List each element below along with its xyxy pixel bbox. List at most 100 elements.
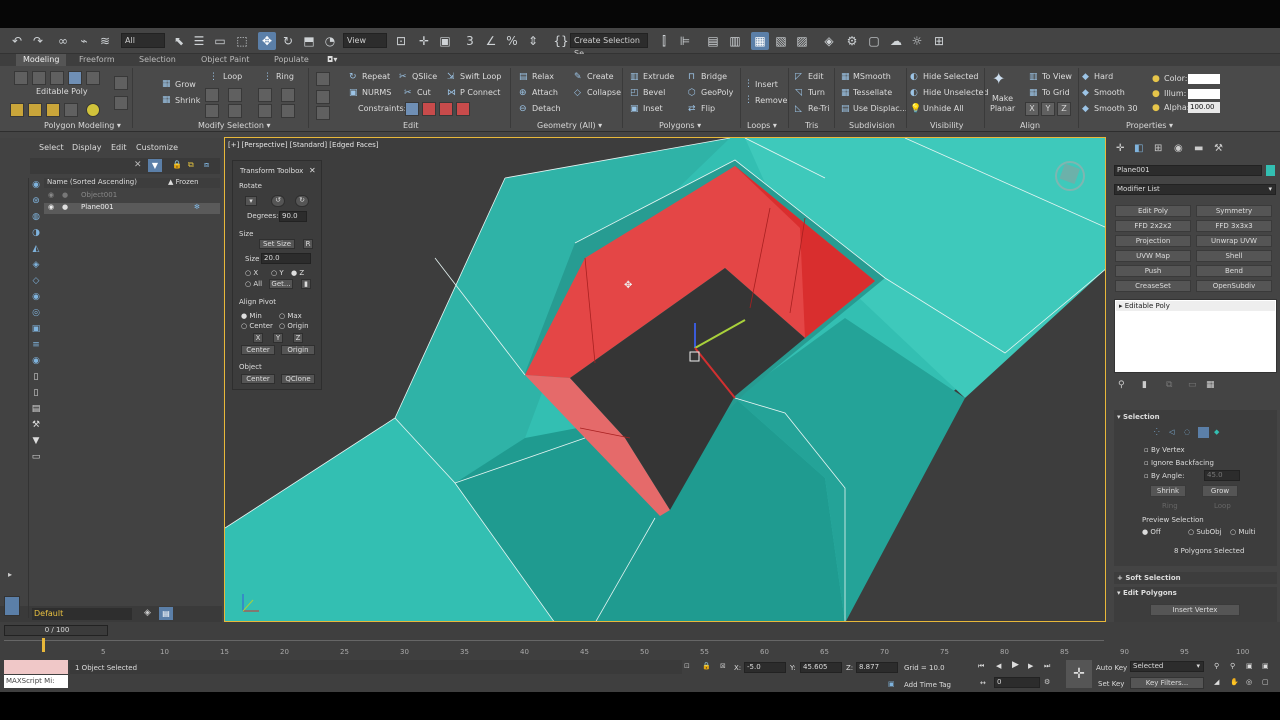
- edge-mode-icon[interactable]: [32, 71, 46, 85]
- preview-multi-radio[interactable]: ○ Multi: [1230, 528, 1255, 537]
- pivot-center-button[interactable]: Center: [241, 345, 275, 355]
- configure-sets-icon[interactable]: ▦: [1206, 381, 1215, 390]
- spinner-snap-icon[interactable]: ⇕: [524, 32, 542, 50]
- tessellate-button[interactable]: Tessellate: [853, 88, 892, 98]
- repeat-last-icon[interactable]: [316, 106, 330, 120]
- add-time-tag-button[interactable]: Add Time Tag: [904, 681, 951, 690]
- preserve-uvs-icon[interactable]: [86, 103, 100, 117]
- sync-selection-icon[interactable]: ⧈: [204, 160, 209, 170]
- group-polygons[interactable]: Polygons ▾: [659, 121, 701, 130]
- group-polygon-modeling[interactable]: Polygon Modeling ▾: [44, 121, 121, 130]
- preview-off-radio[interactable]: ● Off: [1142, 528, 1161, 537]
- extrude-button[interactable]: Extrude: [643, 72, 674, 82]
- render-setup-icon[interactable]: ⚙: [843, 32, 861, 50]
- size-axis-y[interactable]: ○ Y: [271, 269, 284, 278]
- dot-loop-icon[interactable]: [228, 104, 242, 118]
- border-subobject-icon[interactable]: ◌: [1184, 428, 1190, 437]
- size-axis-all[interactable]: ○ All: [245, 280, 262, 289]
- use-soft-selection-icon[interactable]: [114, 96, 128, 110]
- toggle-ribbon-icon[interactable]: ▦: [751, 32, 769, 50]
- filter-icon[interactable]: ▼: [148, 159, 162, 172]
- remove-loop-button[interactable]: Remove: [755, 96, 787, 106]
- display-tab-icon[interactable]: ▬: [1194, 144, 1203, 154]
- modifier-shell-button[interactable]: Shell: [1196, 250, 1272, 262]
- mirror-icon[interactable]: ⫿: [655, 32, 673, 50]
- redo-icon[interactable]: ↷: [29, 32, 47, 50]
- field-of-view-icon[interactable]: ◢: [1214, 678, 1219, 687]
- strip-light-icon[interactable]: ◍: [30, 211, 42, 223]
- rendered-frame-icon[interactable]: ▢: [865, 32, 883, 50]
- group-modify-selection[interactable]: Modify Selection ▾: [198, 121, 270, 130]
- pivot-y-button[interactable]: Y: [273, 333, 283, 343]
- maxscript-input[interactable]: MAXScript Mi:: [4, 675, 68, 688]
- size-axis-z[interactable]: ● Z: [291, 269, 304, 278]
- modify-tab-icon[interactable]: ◧: [1134, 144, 1143, 154]
- link-icon[interactable]: ∞: [54, 32, 72, 50]
- tab-populate[interactable]: Populate: [267, 54, 316, 66]
- viewport-label[interactable]: [+] [Perspective] [Standard] [Edged Face…: [228, 141, 379, 149]
- strip-folder-icon[interactable]: ▭: [30, 451, 42, 463]
- strip-frozen-icon[interactable]: ▣: [30, 323, 42, 335]
- menu-select[interactable]: Select: [39, 138, 64, 158]
- create-button[interactable]: Create: [587, 72, 614, 82]
- modifier-ffd3-button[interactable]: FFD 3x3x3: [1196, 220, 1272, 232]
- ring-mode-icon[interactable]: [258, 104, 272, 118]
- color-swatch[interactable]: [1188, 74, 1220, 84]
- ribbon-options-icon[interactable]: ◘▾: [320, 54, 344, 66]
- list-item[interactable]: ◉ ● Object001: [44, 191, 220, 202]
- zoom-all-icon[interactable]: ⚲: [1230, 662, 1235, 671]
- relax-button[interactable]: Relax: [532, 72, 554, 82]
- time-slider[interactable]: 0 / 100: [4, 625, 108, 636]
- expand-arrow-icon[interactable]: ▸: [8, 570, 12, 579]
- modifier-opensubdiv-button[interactable]: OpenSubdiv: [1196, 280, 1272, 292]
- align-icon[interactable]: ⊫: [676, 32, 694, 50]
- make-unique-icon[interactable]: ⧉: [1166, 381, 1172, 390]
- dot-ring-icon[interactable]: [281, 104, 295, 118]
- lock-icon[interactable]: 🔒: [172, 160, 182, 169]
- soft-selection-rollout[interactable]: + Soft Selection: [1114, 572, 1277, 584]
- close-filter-icon[interactable]: ✕: [134, 160, 142, 170]
- qclone-button[interactable]: QClone: [281, 374, 315, 384]
- modifier-unwrap-button[interactable]: Unwrap UVW: [1196, 235, 1272, 247]
- degrees-spinner[interactable]: 90.0: [279, 211, 307, 222]
- get-button[interactable]: Get...: [269, 279, 293, 289]
- bevel-button[interactable]: Bevel: [643, 88, 665, 98]
- constraint-face-icon[interactable]: [439, 102, 453, 116]
- geopoly-button[interactable]: GeoPoly: [701, 88, 733, 98]
- edge-subobject-icon[interactable]: ◁: [1169, 428, 1174, 437]
- repeat-button[interactable]: Repeat: [362, 72, 390, 82]
- layer-explorer-icon[interactable]: ◈: [144, 608, 151, 618]
- key-filters-button[interactable]: Key Filters...: [1130, 677, 1204, 689]
- menu-edit[interactable]: Edit: [111, 138, 127, 158]
- pivot-x-button[interactable]: X: [253, 333, 263, 343]
- isolate-selection-icon[interactable]: ⊡: [684, 662, 690, 671]
- freeze-icon[interactable]: ✻: [194, 203, 200, 211]
- shrink-button[interactable]: Shrink: [175, 96, 200, 106]
- tab-modeling[interactable]: Modeling: [16, 54, 67, 66]
- scene-explorer-toggle-icon[interactable]: ▤: [159, 607, 173, 620]
- strip-list-icon[interactable]: ▤: [30, 403, 42, 415]
- time-config-icon[interactable]: ⚙: [1044, 678, 1050, 687]
- alpha-field[interactable]: 100.00: [1188, 102, 1220, 113]
- keyboard-shortcut-icon[interactable]: ▣: [436, 32, 454, 50]
- goto-end-icon[interactable]: ⏭: [1044, 662, 1050, 671]
- ignore-backfacing-checkbox[interactable]: ▫ Ignore Backfacing: [1144, 459, 1214, 468]
- tab-object-paint[interactable]: Object Paint: [194, 54, 256, 66]
- by-angle-spinner[interactable]: 45.0: [1204, 470, 1240, 481]
- ring-button[interactable]: Ring: [276, 72, 294, 82]
- unlink-icon[interactable]: ⌁: [75, 32, 93, 50]
- tab-freeform[interactable]: Freeform: [72, 54, 122, 66]
- hide-unselected-button[interactable]: Hide Unselected: [923, 88, 988, 98]
- constraint-none-icon[interactable]: [405, 102, 419, 116]
- zoom-icon[interactable]: ⚲: [1214, 662, 1219, 671]
- constraint-normal-icon[interactable]: [456, 102, 470, 116]
- pivot-center-icon[interactable]: ⊡: [392, 32, 410, 50]
- bridge-button[interactable]: Bridge: [701, 72, 727, 82]
- menu-customize[interactable]: Customize: [136, 138, 178, 158]
- ring-button[interactable]: Ring: [1162, 502, 1178, 511]
- select-object-icon[interactable]: ⬉: [170, 32, 188, 50]
- strip-eye-icon[interactable]: ◉: [30, 355, 42, 367]
- polygon-subobject-icon[interactable]: [1198, 427, 1209, 438]
- hierarchy-tab-icon[interactable]: ⊞: [1154, 144, 1162, 154]
- close-icon[interactable]: ✕: [309, 166, 316, 175]
